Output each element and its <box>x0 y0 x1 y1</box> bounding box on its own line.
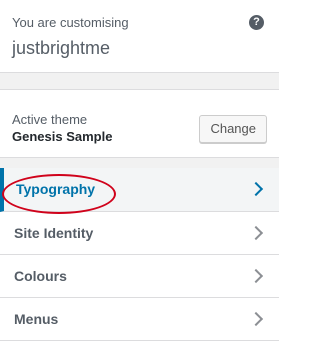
change-theme-button[interactable]: Change <box>199 115 267 143</box>
help-icon[interactable]: ? <box>249 15 264 30</box>
menu-item-label: Typography <box>16 181 96 197</box>
menu-item-label: Menus <box>14 311 59 327</box>
active-theme-label: Active theme <box>12 112 88 127</box>
section-divider <box>0 73 279 89</box>
menu-item-site-identity[interactable]: Site Identity <box>0 212 279 255</box>
section-divider <box>0 158 279 168</box>
chevron-right-icon <box>248 268 264 284</box>
active-theme-panel: Active theme Genesis Sample Change <box>0 89 279 158</box>
customising-subtitle: You are customising <box>12 15 129 30</box>
menu-item-label: Colours <box>14 268 67 284</box>
chevron-right-icon <box>248 181 264 197</box>
customizer-menu: Typography Site Identity Colours Menus <box>0 168 279 341</box>
menu-item-colours[interactable]: Colours <box>0 255 279 298</box>
customizer-header: You are customising justbrightme ? <box>0 0 279 73</box>
menu-item-menus[interactable]: Menus <box>0 298 279 341</box>
theme-name: Genesis Sample <box>12 129 113 144</box>
menu-item-typography[interactable]: Typography <box>0 168 279 212</box>
chevron-right-icon <box>248 311 264 327</box>
site-name: justbrightme <box>12 38 111 58</box>
menu-item-label: Site Identity <box>14 225 94 241</box>
chevron-right-icon <box>248 225 264 241</box>
